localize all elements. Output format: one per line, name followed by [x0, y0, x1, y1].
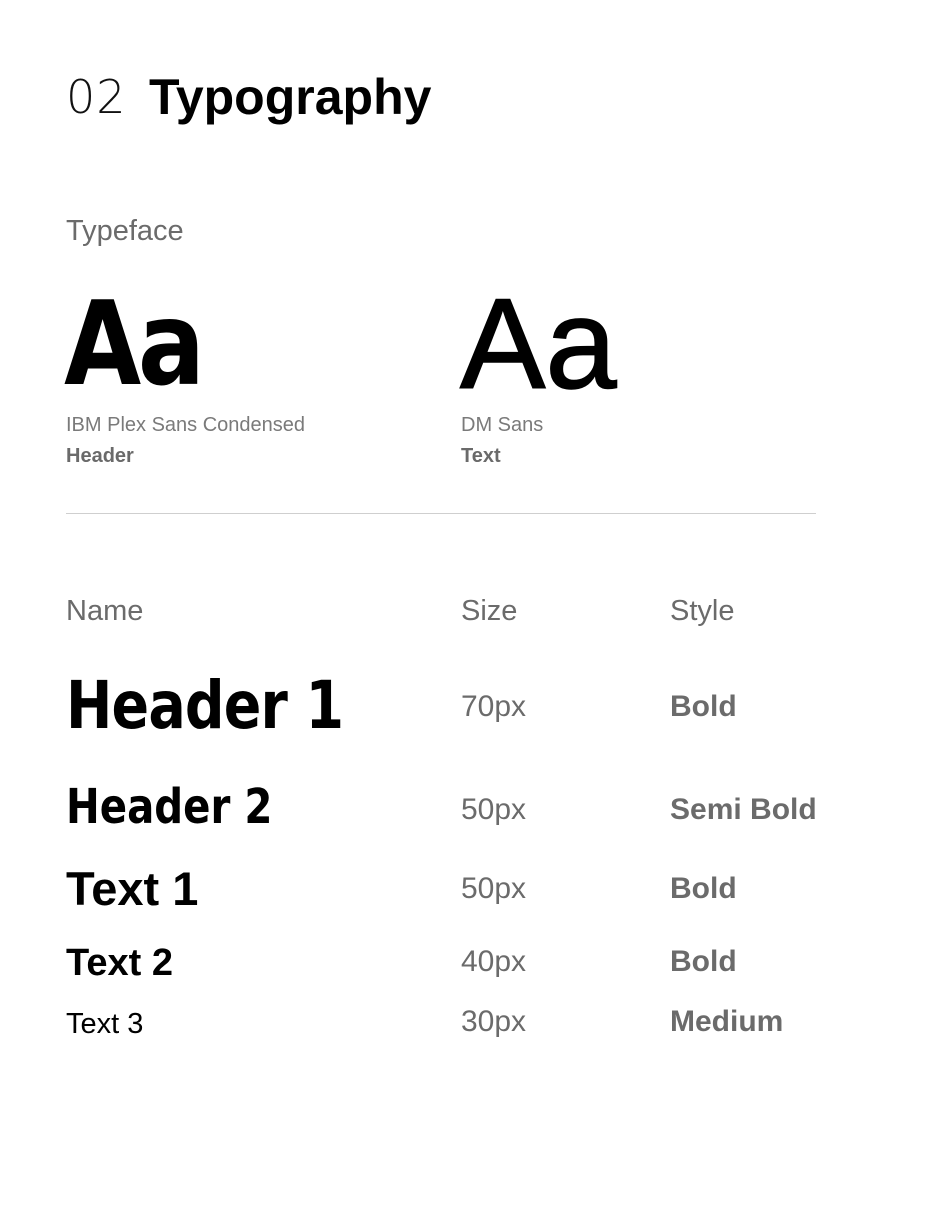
style-name-text-2: Text 2: [66, 942, 174, 984]
style-weight-header-1: Bold: [670, 690, 737, 723]
section-divider: [66, 513, 816, 514]
text-font-role: Text: [461, 445, 501, 467]
style-size-header-2: 50px: [461, 793, 527, 826]
style-weight-header-2: Semi Bold: [670, 793, 817, 826]
section-title: Typography: [149, 69, 432, 125]
text-font-specimen: Aa: [459, 273, 617, 416]
text-font-name: DM Sans: [461, 414, 544, 436]
style-weight-text-3: Medium: [670, 1005, 784, 1038]
header-font-specimen: Aa: [64, 277, 205, 412]
style-size-text-3: 30px: [461, 1005, 527, 1038]
column-header-size: Size: [461, 595, 518, 627]
style-name-text-3: Text 3: [66, 1008, 144, 1040]
typeface-label: Typeface: [66, 215, 184, 247]
header-font-name: IBM Plex Sans Condensed: [66, 414, 306, 436]
style-name-text-1: Text 1: [66, 862, 199, 915]
style-name-header-2: Header 2: [66, 779, 273, 835]
section-number: 02: [66, 70, 127, 124]
style-weight-text-1: Bold: [670, 872, 737, 905]
column-header-name: Name: [66, 595, 144, 627]
style-size-text-2: 40px: [461, 945, 527, 978]
style-size-text-1: 50px: [461, 872, 527, 905]
column-header-style: Style: [670, 595, 735, 627]
style-name-header-1: Header 1: [66, 667, 344, 744]
style-weight-text-2: Bold: [670, 945, 737, 978]
style-size-header-1: 70px: [461, 690, 527, 723]
header-font-role: Header: [66, 445, 134, 467]
